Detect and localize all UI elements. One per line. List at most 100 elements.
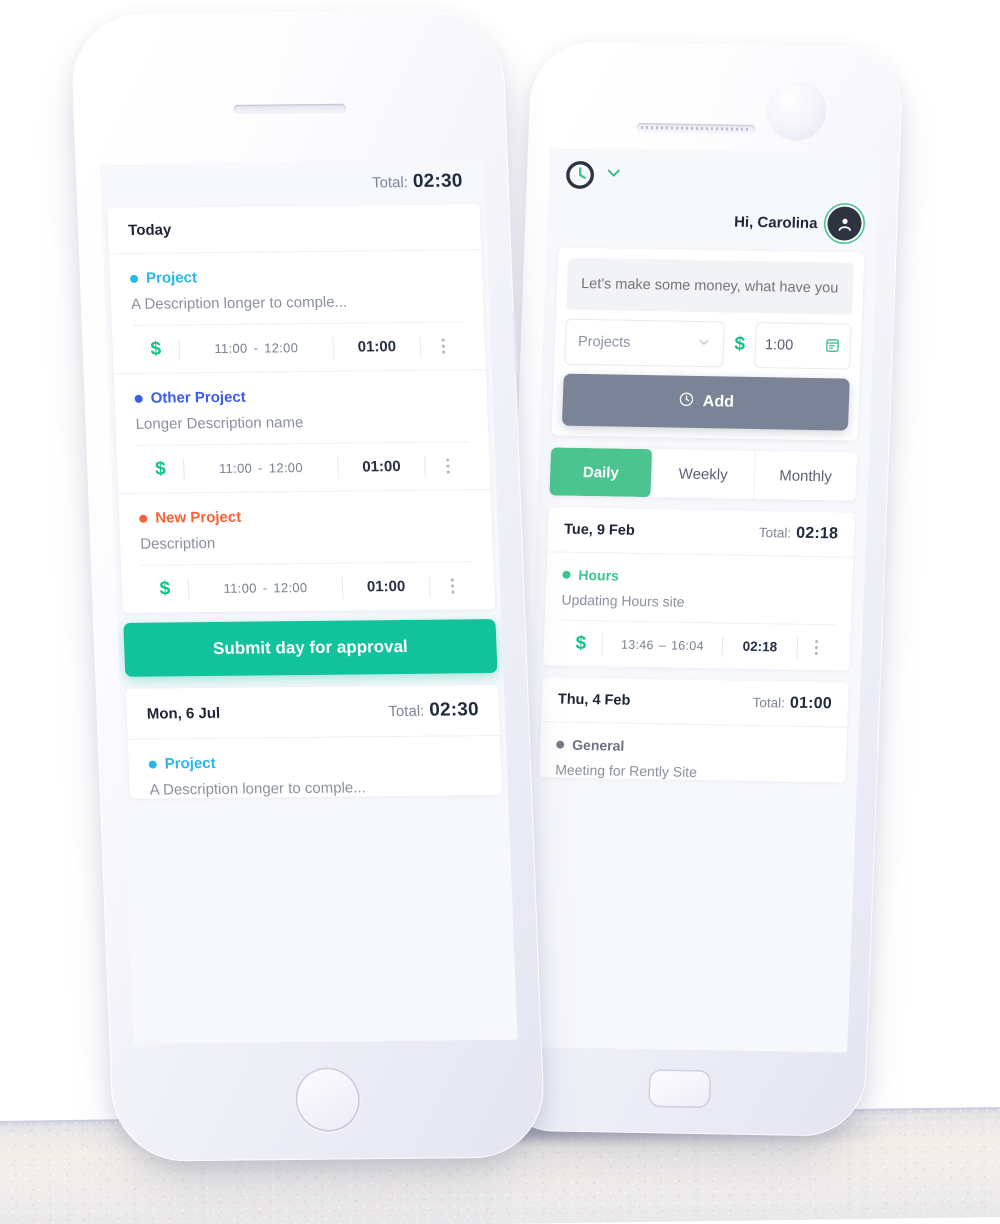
app-ui-left: Total: 02:30 Today Project A Description…	[100, 160, 518, 1043]
project-color-dot	[562, 570, 571, 579]
avatar[interactable]	[826, 206, 863, 241]
duration-input[interactable]: 1:00	[754, 322, 852, 370]
day-card: Today Project A Description longer to co…	[107, 204, 496, 613]
project-name: Hours	[578, 566, 620, 584]
total-value: 02:30	[412, 170, 463, 193]
clock-icon[interactable]	[565, 160, 596, 191]
project-line: Hours	[562, 567, 837, 588]
calendar-icon[interactable]	[824, 336, 842, 357]
entry-start: 11:00	[218, 460, 253, 476]
entry-end: 12:00	[263, 340, 299, 356]
entry-duration[interactable]: 02:18	[722, 633, 797, 660]
entry-menu-icon[interactable]	[430, 573, 475, 599]
submit-day-for-approval-button[interactable]: Submit day for approval	[123, 619, 498, 677]
clock-icon	[677, 391, 695, 413]
total-label: Total:	[752, 694, 786, 711]
chevron-down-icon[interactable]	[605, 164, 623, 186]
entry-menu-icon[interactable]	[425, 453, 470, 479]
front-camera-right	[764, 79, 829, 143]
total-label: Total:	[371, 173, 409, 191]
duration-value: 1:00	[764, 337, 794, 354]
screen-left: Total: 02:30 Today Project A Description…	[99, 160, 518, 1044]
entry-duration[interactable]: 01:00	[338, 453, 425, 480]
compose-panel: Projects $ 1:00	[551, 247, 865, 441]
project-line: General	[556, 737, 831, 758]
tab-weekly[interactable]: Weekly	[651, 449, 756, 499]
left-total-bar: Total: 02:30	[100, 160, 486, 208]
entry-description: Longer Description name	[135, 414, 304, 433]
day-label: Mon, 6 Jul	[146, 704, 221, 723]
home-button-left[interactable]	[294, 1067, 361, 1132]
note-input[interactable]	[566, 257, 855, 315]
time-entry[interactable]: Hours Updating Hours site $ 13:46 – 16:0…	[543, 552, 853, 671]
logo-row	[565, 160, 864, 195]
entry-duration[interactable]: 01:00	[333, 333, 420, 360]
entry-time-row: $ 11:00 - 12:00 01:00	[136, 441, 471, 493]
total-label: Total:	[758, 525, 792, 541]
time-entry[interactable]: New Project Description $ 11:00 - 12:00	[118, 490, 495, 613]
entry-start: 11:00	[223, 580, 258, 596]
right-header: Hi, Carolina	[547, 147, 880, 241]
add-button-label: Add	[702, 393, 735, 411]
app-ui-right: Hi, Carolina Projects	[517, 147, 880, 1052]
entry-description: Description	[139, 534, 216, 553]
earpiece-speaker-right	[636, 122, 756, 135]
day-total: Total: 02:18	[759, 524, 839, 543]
entry-dash: -	[257, 460, 264, 476]
entry-menu-icon[interactable]	[797, 634, 834, 661]
day-card-header: Tue, 9 Feb Total: 02:18	[547, 507, 855, 558]
entry-time-row: $ 13:46 – 16:04 02:18	[559, 619, 835, 671]
billable-dollar-icon[interactable]: $	[732, 334, 747, 356]
entry-dash: -	[262, 580, 268, 596]
entry-description: Meeting for Rently Site	[554, 761, 698, 780]
compose-controls-row: Projects $ 1:00	[564, 318, 852, 370]
side-button[interactable]	[512, 309, 521, 374]
project-name: General	[571, 736, 625, 754]
entry-time-range[interactable]: 11:00 - 12:00	[184, 454, 338, 482]
billable-dollar-icon[interactable]: $	[559, 630, 602, 657]
entry-description: Updating Hours site	[561, 591, 685, 610]
project-color-dot	[139, 514, 148, 523]
total-value: 02:18	[795, 524, 839, 543]
project-name: New Project	[154, 508, 242, 527]
day-label: Thu, 4 Feb	[557, 691, 631, 709]
earpiece-speaker-left	[233, 103, 346, 114]
project-name: Other Project	[150, 388, 247, 407]
entry-time-range[interactable]: 11:00 - 12:00	[179, 334, 333, 362]
day-card: Mon, 6 Jul Total: 02:30 Project A Descrip…	[125, 684, 503, 799]
billable-dollar-icon[interactable]: $	[142, 576, 189, 602]
home-button-right[interactable]	[647, 1069, 712, 1109]
project-color-dot	[134, 394, 143, 403]
billable-dollar-icon[interactable]: $	[137, 456, 184, 482]
day-card: Thu, 4 Feb Total: 01:00 General Meeting f…	[538, 677, 849, 783]
phone-device-right: Hi, Carolina Projects	[492, 41, 904, 1137]
entry-dash: -	[253, 340, 259, 356]
entry-time-range[interactable]: 13:46 – 16:04	[602, 631, 722, 659]
entry-start: 11:00	[214, 340, 248, 357]
add-button[interactable]: Add	[561, 373, 850, 431]
project-select[interactable]: Projects	[564, 318, 726, 368]
entry-description: A Description longer to comple...	[149, 779, 367, 799]
day-card-header: Thu, 4 Feb Total: 01:00	[541, 677, 849, 728]
project-line: New Project	[139, 506, 472, 527]
tab-daily[interactable]: Daily	[549, 447, 654, 498]
entry-menu-icon[interactable]	[420, 333, 465, 359]
time-entry[interactable]: Project A Description longer to comple..…	[109, 250, 486, 375]
day-card-header: Today	[107, 204, 482, 255]
project-name: Project	[164, 754, 216, 773]
project-line: Other Project	[134, 386, 467, 407]
time-entry[interactable]: General Meeting for Rently Site	[539, 722, 847, 782]
project-color-dot	[148, 760, 157, 769]
time-entry[interactable]: Other Project Longer Description name $ …	[113, 370, 491, 495]
billable-dollar-icon[interactable]: $	[132, 336, 179, 362]
period-tabs: Daily Weekly Monthly	[549, 447, 858, 501]
time-entry[interactable]: Project A Description longer to comple..…	[128, 736, 502, 799]
entry-duration[interactable]: 01:00	[343, 573, 430, 600]
entry-time-range[interactable]: 11:00 - 12:00	[189, 574, 343, 602]
day-total: Total: 01:00	[752, 694, 832, 713]
entry-end: 16:04	[670, 638, 705, 653]
tab-monthly[interactable]: Monthly	[753, 451, 858, 501]
project-line: Project	[129, 266, 463, 287]
total-label: Total:	[388, 702, 425, 721]
screen-right: Hi, Carolina Projects	[517, 147, 881, 1053]
